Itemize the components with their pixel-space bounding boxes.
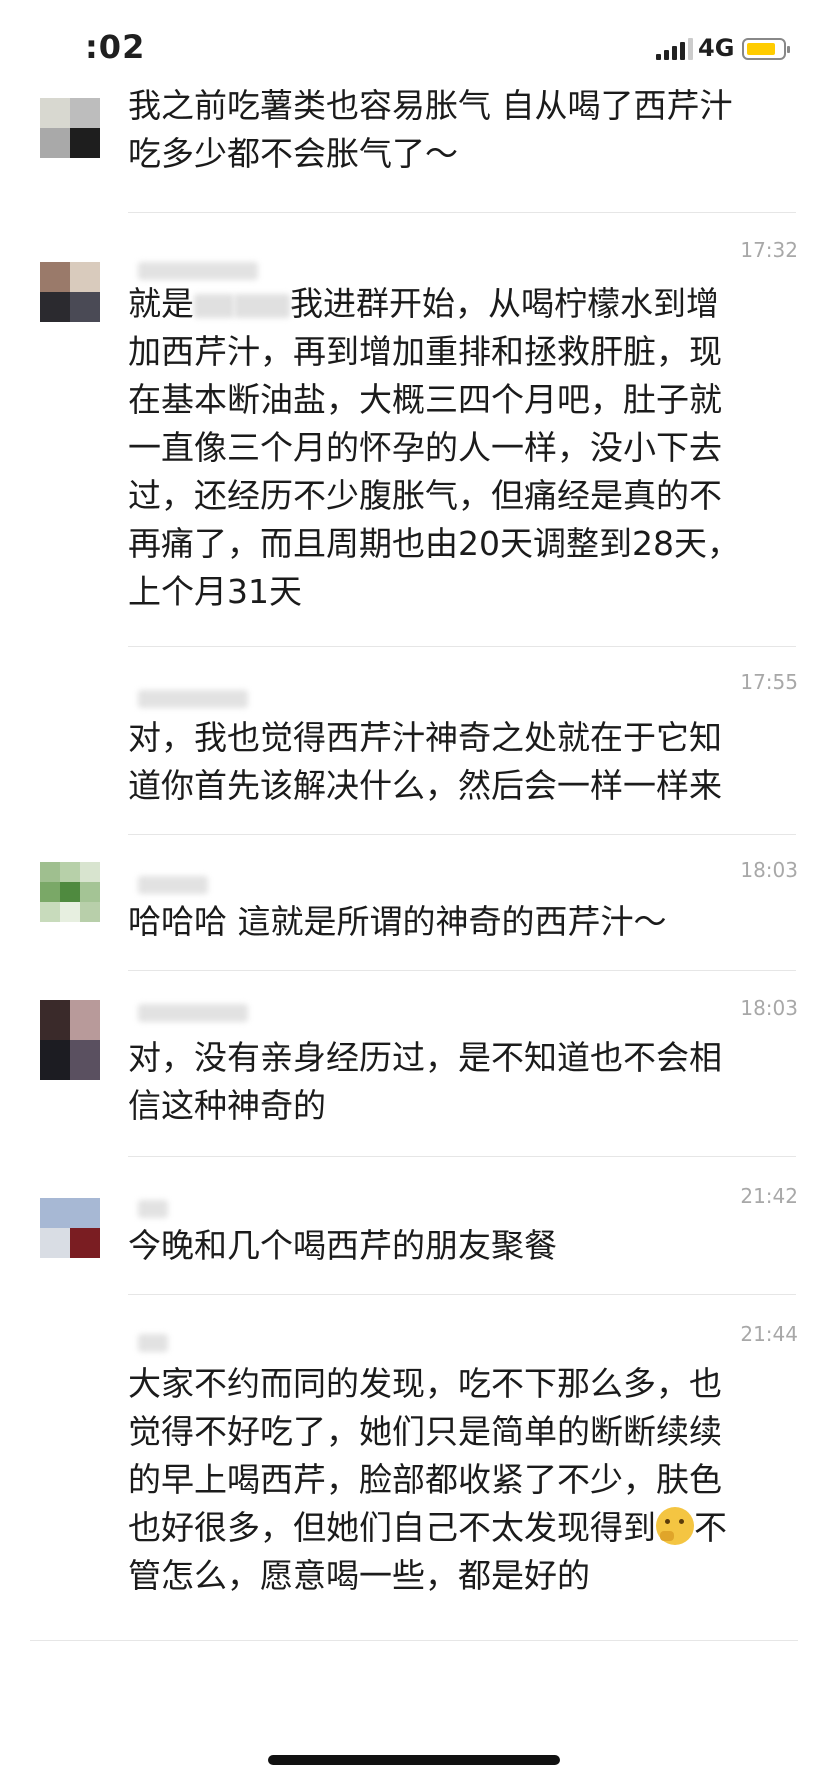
comment-timestamp: 17:32 [740,238,798,262]
comment-line: 再痛了，而且周期也由20天调整到28天， [128,524,740,563]
comment-text: 对，我也觉得西芹汁神奇之处就在于它知 道你首先该解决什么，然后会一样一样来 [128,714,788,810]
status-time: :02 [85,28,146,66]
username-blurred [138,876,208,894]
comment-line: 吃多少都不会胀气了～ [128,134,458,173]
comment-text: 今晚和几个喝西芹的朋友聚餐 [128,1222,788,1270]
comment-text: 就是 我进群开始，从喝柠檬水到增 加西芹汁，再到增加重排和拯救肝脏，现 在基本断油… [128,280,788,616]
divider [128,1156,796,1157]
comment-line: 在基本断油盐，大概三四个月吧，肚子就 [128,380,722,419]
redacted-blur [194,293,234,318]
comment-timestamp: 17:55 [740,670,798,694]
username-blurred [138,1004,248,1022]
divider [128,1294,796,1295]
comment-line: 道你首先该解决什么，然后会一样一样来 [128,766,722,805]
comment-text: 大家不约而同的发现，吃不下那么多，也 觉得不好吃了，她们只是简单的断断续续 的早… [128,1360,788,1600]
avatar[interactable] [40,262,100,322]
comment-line: 加西芹汁，再到增加重排和拯救肝脏，现 [128,332,722,371]
comment-line: 大家不约而同的发现，吃不下那么多，也 [128,1364,722,1403]
battery-icon [742,38,790,60]
comment-line: 信这种神奇的 [128,1086,326,1125]
comment-line: 过，还经历不少腹胀气，但痛经是真的不 [128,476,722,515]
network-label: 4G [698,34,735,62]
avatar[interactable] [40,862,100,922]
divider [128,834,796,835]
signal-icon [656,38,693,60]
username-blurred [138,1334,168,1352]
comment-text: 我之前吃薯类也容易胀气 自从喝了西芹汁 吃多少都不会胀气了～ [128,82,788,178]
comment-line: 觉得不好吃了，她们只是简单的断断续续 [128,1412,722,1451]
comment-line: 上个月31天 [128,572,302,611]
comment-timestamp: 21:44 [740,1322,798,1346]
comment-line: 就是 我进群开始，从喝柠檬水到增 [128,284,719,323]
thinking-face-icon [656,1507,694,1545]
username-blurred [138,690,248,708]
username-blurred [138,262,258,280]
avatar[interactable] [40,98,100,158]
comment-line: 的早上喝西芹，脸部都收紧了不少，肤色 [128,1460,722,1499]
comment-text: 对，没有亲身经历过，是不知道也不会相 信这种神奇的 [128,1034,788,1130]
divider [128,970,796,971]
comment-line: 管怎么，愿意喝一些，都是好的 [128,1556,590,1595]
divider [128,212,796,213]
avatar[interactable] [40,1198,100,1258]
comment-line: 对，没有亲身经历过，是不知道也不会相 [128,1038,722,1077]
divider [128,646,796,647]
redacted-blur [234,293,290,318]
home-indicator[interactable] [268,1755,560,1765]
comment-text: 哈哈哈 這就是所谓的神奇的西芹汁～ [128,898,788,946]
comment-line: 对，我也觉得西芹汁神奇之处就在于它知 [128,718,722,757]
comment-timestamp: 18:03 [740,996,798,1020]
avatar[interactable] [40,1000,100,1080]
comment-line: 今晚和几个喝西芹的朋友聚餐 [128,1226,557,1265]
comment-line: 一直像三个月的怀孕的人一样，没小下去 [128,428,722,467]
comment-timestamp: 18:03 [740,858,798,882]
comment-line: 也好很多，但她们自己不太发现得到不 [128,1507,727,1547]
username-blurred [138,1200,168,1218]
comment-line: 我之前吃薯类也容易胀气 自从喝了西芹汁 [128,86,733,125]
comment-timestamp: 21:42 [740,1184,798,1208]
divider [30,1640,798,1641]
comment-line: 哈哈哈 這就是所谓的神奇的西芹汁～ [128,902,667,941]
